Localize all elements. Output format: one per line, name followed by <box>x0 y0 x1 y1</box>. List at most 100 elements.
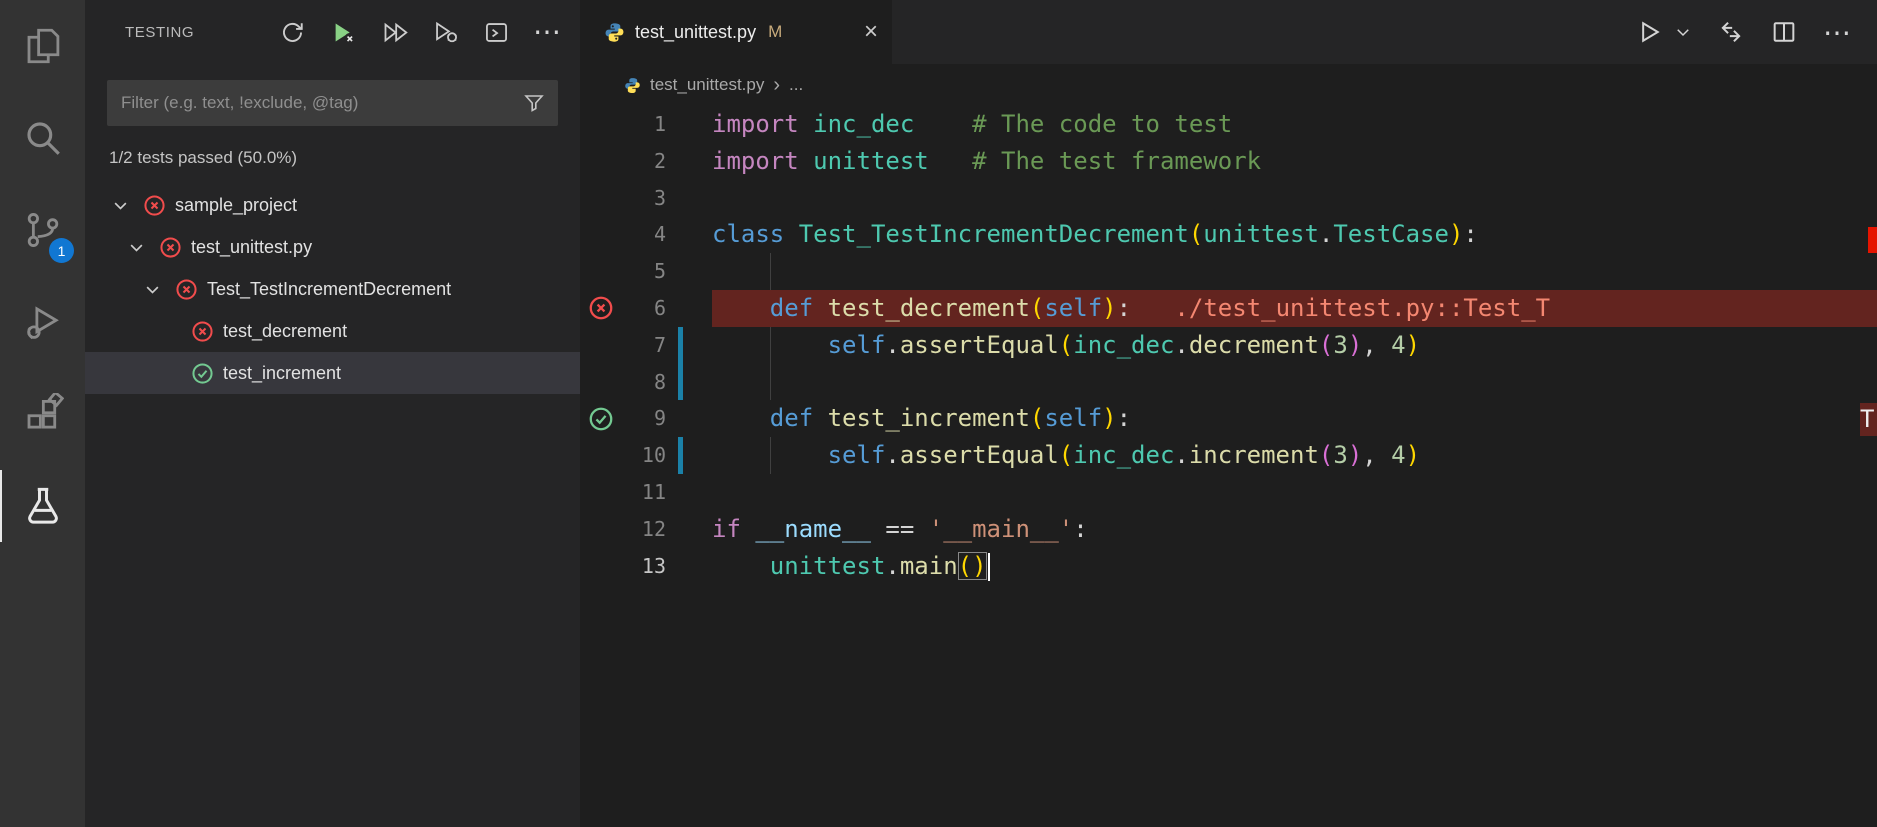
token-typ: unittest <box>1203 220 1319 249</box>
code-text[interactable] <box>712 363 1877 401</box>
code-text[interactable]: if __name__ == '__main__': <box>712 511 1877 548</box>
debug-tests-icon[interactable] <box>430 17 460 47</box>
testing-actions: ⋯ <box>277 17 562 47</box>
tree-item-sample_project[interactable]: sample_project <box>85 184 580 226</box>
code-text[interactable] <box>712 253 1877 290</box>
text-cursor <box>987 552 990 581</box>
token-b1: ) <box>1405 330 1421 359</box>
breadcrumb-more[interactable]: ... <box>789 75 803 95</box>
tree-item-Test_TestIncrementDecrement[interactable]: Test_TestIncrementDecrement <box>85 268 580 310</box>
chevron-down-icon[interactable] <box>143 280 175 299</box>
token-b2: ( <box>1318 441 1334 470</box>
token-match: () <box>957 551 987 580</box>
refresh-tests-icon[interactable] <box>277 17 307 47</box>
code-line-5: 5 <box>580 253 1877 290</box>
token-fn: increment <box>1188 441 1319 470</box>
testing-flask-icon[interactable] <box>0 460 85 552</box>
gutter-mod-spacer <box>666 106 690 143</box>
token-b1: ) <box>1448 220 1464 249</box>
testing-sidebar: TESTING ⋯ Filter (e.g. text, !exclude, @… <box>85 0 580 827</box>
token-b1: ( <box>1029 293 1045 322</box>
code-text[interactable]: import unittest # The test framework <box>712 143 1877 180</box>
explorer-icon[interactable] <box>0 0 85 92</box>
line-number: 10 <box>641 443 666 468</box>
token-pl: : <box>1116 404 1132 433</box>
gutter-spacer <box>580 511 622 548</box>
token-pl: . <box>885 551 900 580</box>
close-icon[interactable]: × <box>864 20 878 44</box>
chevron-down-icon[interactable] <box>127 238 159 257</box>
line-number: 1 <box>653 112 666 136</box>
code-line-3: 3 <box>580 180 1877 217</box>
token-pl: : <box>1463 220 1478 249</box>
code-text[interactable]: unittest.main() <box>712 548 1877 585</box>
token-typ: TestCase <box>1333 220 1449 249</box>
gutter-spacer <box>580 548 622 585</box>
tree-item-test_unittest.py[interactable]: test_unittest.py <box>85 226 580 268</box>
filter-input[interactable] <box>121 93 522 113</box>
right-edge-clipped-text: T <box>1860 403 1877 436</box>
token-typ: unittest <box>769 551 886 580</box>
token-num: 3 <box>1333 441 1348 470</box>
tree-item-test_increment[interactable]: test_increment <box>85 352 580 394</box>
modified-line-indicator <box>666 326 690 364</box>
indent-guide <box>769 253 771 290</box>
gutter-mod-spacer <box>666 400 690 437</box>
gutter-mod-spacer <box>666 143 690 180</box>
token-fn: test_decrement <box>827 293 1030 322</box>
token-kw: import <box>712 110 799 138</box>
source-control-icon[interactable]: 1 <box>0 184 85 276</box>
gutter-test-fail-icon[interactable] <box>580 290 622 327</box>
extensions-icon[interactable] <box>0 368 85 460</box>
rerun-failed-tests-icon[interactable] <box>328 17 358 47</box>
line-number: 11 <box>641 479 666 504</box>
code-text[interactable] <box>712 180 1877 217</box>
run-dropdown-chevron-icon[interactable] <box>1677 23 1692 41</box>
token-b2: ) <box>1347 330 1363 359</box>
code-text[interactable]: def test_increment(self): <box>712 400 1877 437</box>
line-number: 13 <box>641 553 666 578</box>
code-text[interactable]: self.assertEqual(inc_dec.increment(3), 4… <box>712 437 1877 474</box>
token-b1: ( <box>1029 404 1045 433</box>
search-icon[interactable] <box>0 92 85 184</box>
run-file-icon[interactable] <box>1635 18 1663 46</box>
test-pass-icon <box>191 362 214 385</box>
token-typ: Test_TestIncrementDecrement <box>798 220 1189 249</box>
code-text[interactable]: def test_decrement(self): ./test_unittes… <box>712 289 1877 327</box>
tree-item-test_decrement[interactable]: test_decrement <box>85 310 580 352</box>
test-fail-icon <box>143 194 166 217</box>
code-text[interactable]: import inc_dec # The code to test <box>712 106 1877 143</box>
modified-line-indicator <box>666 363 690 401</box>
editor-actions: ⋯ <box>1635 0 1877 64</box>
token-pl: . <box>1174 441 1189 470</box>
breadcrumb-file[interactable]: test_unittest.py <box>650 75 764 95</box>
code-text[interactable] <box>712 474 1877 511</box>
code-area: 1 import inc_dec # The code to test 2 impor… <box>580 106 1877 827</box>
token-num: 4 <box>1391 441 1406 470</box>
run-and-debug-icon[interactable] <box>0 276 85 368</box>
token-fn: decrement <box>1188 330 1319 359</box>
show-output-icon[interactable] <box>481 17 511 47</box>
run-all-tests-icon[interactable] <box>379 17 409 47</box>
token-typ: inc_dec <box>813 110 915 138</box>
tab-test-unittest-py[interactable]: test_unittest.py M × <box>580 0 892 64</box>
token-cm: # The code to test <box>972 110 1233 138</box>
more-actions-icon[interactable]: ⋯ <box>532 17 562 47</box>
line-number: 7 <box>653 332 666 357</box>
gutter-test-pass-icon[interactable] <box>580 400 622 437</box>
split-editor-icon[interactable] <box>1770 18 1798 46</box>
code-line-7: 7 self.assertEqual(inc_dec.decrement(3),… <box>580 326 1877 364</box>
gutter-spacer <box>580 364 622 401</box>
chevron-down-icon[interactable] <box>111 196 143 215</box>
token-fn: test_increment <box>827 404 1030 433</box>
token-pl: . <box>1174 330 1189 359</box>
more-editor-actions-icon[interactable]: ⋯ <box>1823 16 1851 49</box>
token-pl: . <box>1318 220 1334 249</box>
filter-funnel-icon[interactable] <box>522 91 546 115</box>
code-text[interactable]: class Test_TestIncrementDecrement(unitte… <box>712 216 1877 253</box>
gutter-mod-spacer <box>666 253 690 290</box>
open-changes-icon[interactable] <box>1717 18 1745 46</box>
code-text[interactable]: self.assertEqual(inc_dec.decrement(3), 4… <box>712 326 1877 364</box>
gutter-spacer <box>580 327 622 364</box>
